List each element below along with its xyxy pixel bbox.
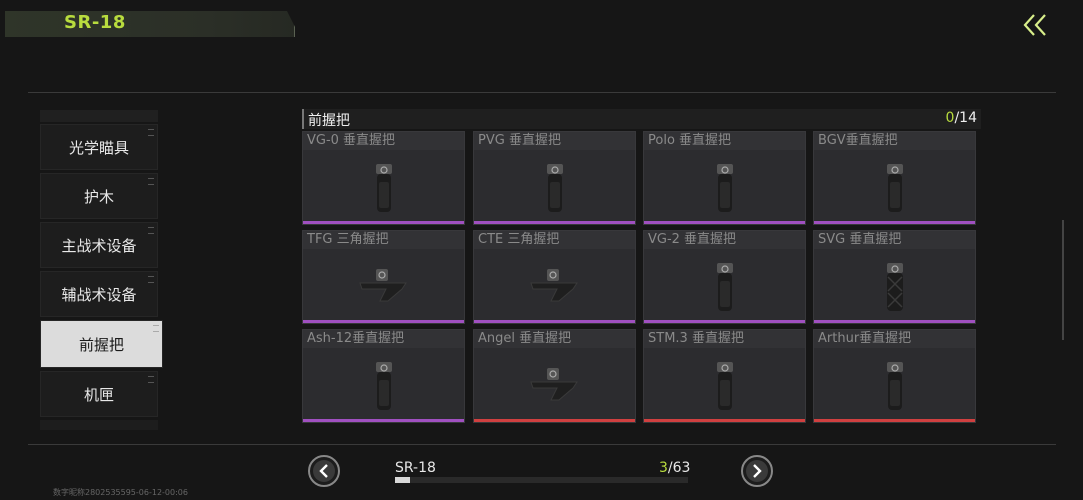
header-divider [28, 92, 1056, 93]
weapon-count-current: 3 [659, 460, 668, 476]
attachment-card[interactable]: BGV垂直握把 [813, 131, 976, 225]
attachment-card[interactable]: CTE 三角握把 [473, 230, 636, 324]
weapon-count: 3/63 [659, 460, 690, 476]
weapon-name: SR-18 [395, 460, 436, 476]
angled-grip-icon [529, 267, 581, 311]
vertical-grip-icon [542, 162, 568, 218]
attachment-card[interactable]: SVG 垂直握把 [813, 230, 976, 324]
rarity-bar [644, 419, 805, 422]
scrollbar[interactable] [1062, 220, 1064, 340]
prev-weapon-button[interactable] [308, 455, 340, 487]
panel-header: 前握把 0/14 [302, 109, 981, 129]
category-sidebar: 光学瞄具 护木 主战术设备 辅战术设备 前握把 机匣 [40, 110, 163, 430]
angled-grip-icon [358, 267, 410, 311]
sidebar-item-aux-tactical[interactable]: 辅战术设备 [40, 271, 158, 317]
attachment-card[interactable]: STM.3 垂直握把 [643, 329, 806, 423]
weapon-count-total: /63 [667, 460, 691, 476]
rarity-bar [474, 320, 635, 323]
chevron-left-icon [313, 460, 335, 482]
rarity-bar [814, 419, 975, 422]
sidebar-item-label: 护木 [83, 187, 114, 206]
title-bar [5, 11, 295, 37]
attachment-name: VG-2 垂直握把 [644, 231, 805, 249]
rarity-bar [814, 221, 975, 224]
attachment-name: SVG 垂直握把 [814, 231, 975, 249]
panel-count-total: /14 [954, 110, 977, 126]
rarity-bar [644, 221, 805, 224]
weapon-progress-bar [395, 477, 688, 483]
attachment-name: CTE 三角握把 [474, 231, 635, 249]
attachment-card[interactable]: VG-0 垂直握把 [302, 131, 465, 225]
attachment-card[interactable]: Ash-12垂直握把 [302, 329, 465, 423]
attachment-name: Polo 垂直握把 [644, 132, 805, 150]
sidebar-item-label: 前握把 [78, 335, 124, 354]
sidebar-top-edge [40, 110, 158, 122]
vertical-grip-icon [712, 360, 738, 416]
attachment-name: STM.3 垂直握把 [644, 330, 805, 348]
attachment-name: Arthur垂直握把 [814, 330, 975, 348]
sidebar-item-label: 辅战术设备 [61, 285, 137, 304]
progress-fill [395, 477, 410, 483]
rarity-bar [303, 221, 464, 224]
rarity-bar [474, 221, 635, 224]
angled-grip-icon [529, 366, 581, 410]
attachment-card[interactable]: Polo 垂直握把 [643, 131, 806, 225]
sidebar-item-label: 主战术设备 [61, 236, 137, 255]
attachment-card[interactable]: VG-2 垂直握把 [643, 230, 806, 324]
player-watermark: 数字昵称2802535595-06-12-00:06 [53, 488, 188, 497]
attachment-name: VG-0 垂直握把 [303, 132, 464, 150]
vertical-grip-icon [371, 162, 397, 218]
sidebar-item-optics[interactable]: 光学瞄具 [40, 124, 158, 170]
next-weapon-button[interactable] [741, 455, 773, 487]
attachment-name: Ash-12垂直握把 [303, 330, 464, 348]
sidebar-item-label: 机匣 [83, 385, 114, 404]
sidebar-item-receiver[interactable]: 机匣 [40, 371, 158, 417]
vertical-grip-icon [882, 162, 908, 218]
sidebar-item-handguard[interactable]: 护木 [40, 173, 158, 219]
sidebar-bottom-edge [40, 420, 158, 430]
attachment-card[interactable]: PVG 垂直握把 [473, 131, 636, 225]
attachment-card[interactable]: Angel 垂直握把 [473, 329, 636, 423]
footer-divider [28, 444, 1056, 445]
vertical-grip-icon [882, 360, 908, 416]
sidebar-item-label: 光学瞄具 [68, 138, 129, 157]
rarity-bar [644, 320, 805, 323]
double-chevron-left-icon[interactable] [1020, 12, 1050, 38]
panel-count: 0/14 [946, 110, 977, 126]
rarity-bar [814, 320, 975, 323]
page-title: SR-18 [64, 12, 126, 33]
sidebar-item-main-tactical[interactable]: 主战术设备 [40, 222, 158, 268]
panel-title: 前握把 [308, 113, 350, 129]
chevron-right-icon [746, 460, 768, 482]
attachment-name: BGV垂直握把 [814, 132, 975, 150]
rarity-bar [474, 419, 635, 422]
vertical-grip-icon [712, 162, 738, 218]
sidebar-item-foregrip[interactable]: 前握把 [40, 320, 163, 368]
attachment-name: Angel 垂直握把 [474, 330, 635, 348]
attachment-name: TFG 三角握把 [303, 231, 464, 249]
vertical-grip-icon [712, 261, 738, 317]
attachment-card[interactable]: Arthur垂直握把 [813, 329, 976, 423]
attachment-card[interactable]: TFG 三角握把 [302, 230, 465, 324]
attachment-name: PVG 垂直握把 [474, 132, 635, 150]
rarity-bar [303, 419, 464, 422]
textured-grip-icon [882, 261, 908, 317]
vertical-grip-icon [371, 360, 397, 416]
rarity-bar [303, 320, 464, 323]
